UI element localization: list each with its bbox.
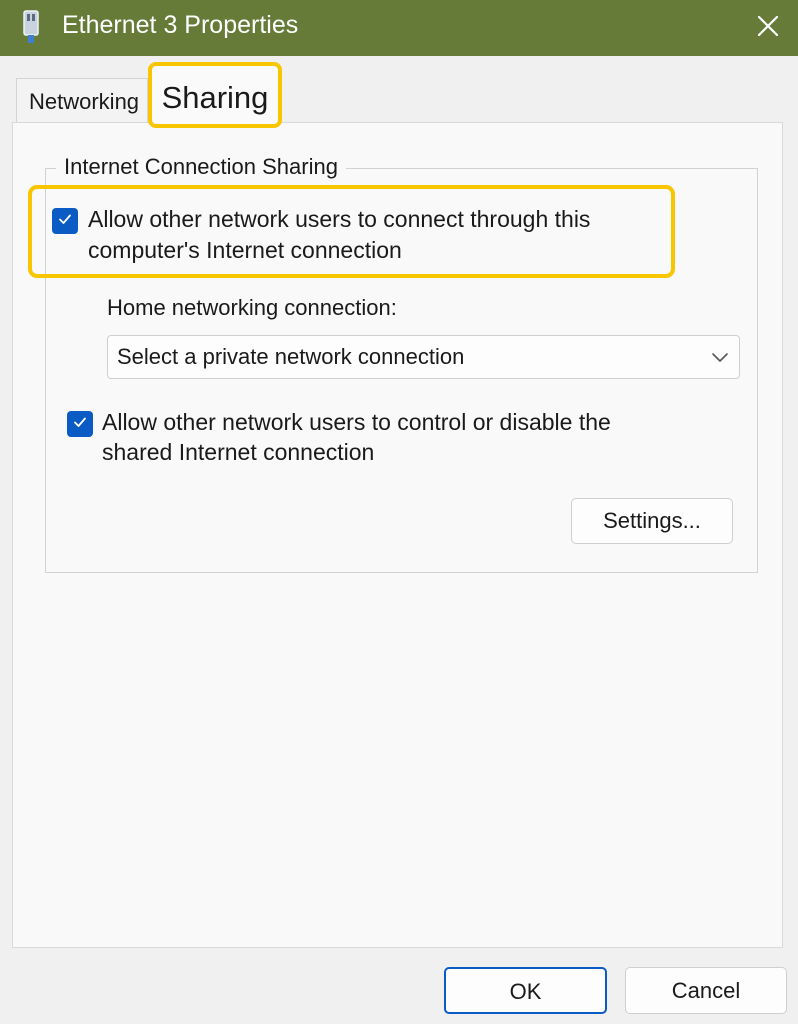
chevron-down-icon [711,348,729,371]
ok-button[interactable]: OK [444,967,607,1014]
home-networking-label: Home networking connection: [107,295,397,320]
allow-connect-checkbox[interactable] [52,208,78,234]
network-adapter-icon [20,10,44,44]
checkmark-icon [72,414,88,435]
allow-connect-label-line2: computer's Internet connection [88,237,402,263]
allow-control-label-line1: Allow other network users to control or … [102,409,611,435]
group-title: Internet Connection Sharing [56,154,346,180]
close-icon [757,15,779,42]
checkmark-icon [57,211,73,232]
tab-sharing[interactable]: Sharing [148,62,282,128]
allow-control-checkbox[interactable] [67,411,93,437]
title-bar: Ethernet 3 Properties [0,0,798,56]
cancel-button[interactable]: Cancel [625,967,787,1014]
settings-button[interactable]: Settings... [571,498,733,544]
close-button[interactable] [738,0,798,56]
tab-networking[interactable]: Networking [16,78,148,122]
allow-control-label-line2: shared Internet connection [102,439,375,465]
window-title: Ethernet 3 Properties [62,11,299,39]
home-networking-select[interactable]: Select a private network connection [107,335,740,379]
allow-connect-label-line1: Allow other network users to connect thr… [88,206,591,232]
home-networking-select-value: Select a private network connection [117,344,465,369]
